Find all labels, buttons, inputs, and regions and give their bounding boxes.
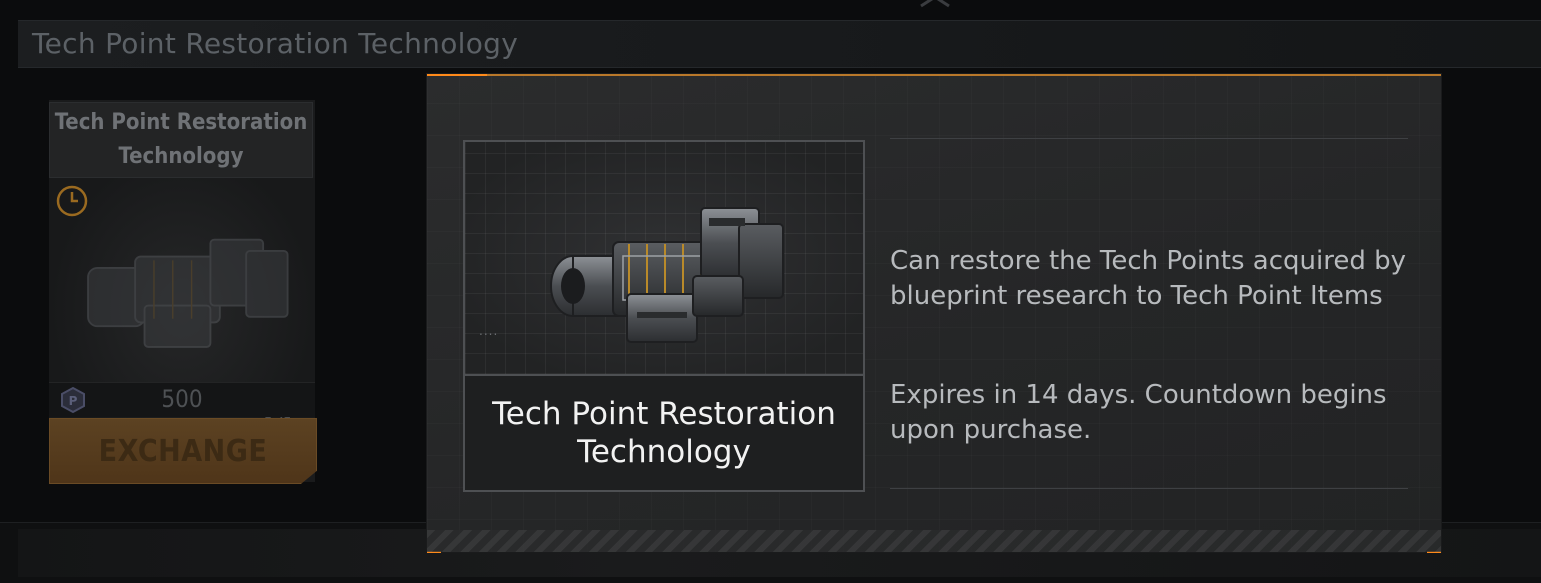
shop-item-card[interactable]: Tech Point Restoration Technology 1/1 EX… [49, 100, 317, 484]
divider [890, 488, 1408, 489]
collapse-chevron-icon[interactable] [918, 0, 952, 8]
item-detail-modal: .... Tech Point Restoration Technology C… [427, 74, 1441, 553]
modal-accent [427, 74, 487, 76]
card-title: Tech Point Restoration Technology [49, 102, 313, 178]
item-description: Can restore the Tech Points acquired by … [890, 246, 1406, 311]
engine-image [87, 238, 289, 348]
item-expiry-note: Expires in 14 days. Countdown begins upo… [890, 380, 1387, 445]
image-indicator-dots: .... [479, 324, 499, 338]
item-preview: .... Tech Point Restoration Technology [463, 140, 865, 492]
price-row: P 500 [49, 382, 315, 417]
page-title: Tech Point Restoration Technology [32, 27, 519, 60]
exchange-button[interactable]: EXCHANGE [49, 418, 317, 484]
hazard-stripes [427, 530, 1441, 552]
item-image: .... [465, 142, 863, 376]
item-name: Tech Point Restoration Technology [465, 376, 863, 490]
page-header: Tech Point Restoration Technology [18, 20, 1541, 68]
divider [890, 138, 1408, 139]
price-value: 500 [161, 385, 203, 413]
engine-image [550, 207, 784, 343]
